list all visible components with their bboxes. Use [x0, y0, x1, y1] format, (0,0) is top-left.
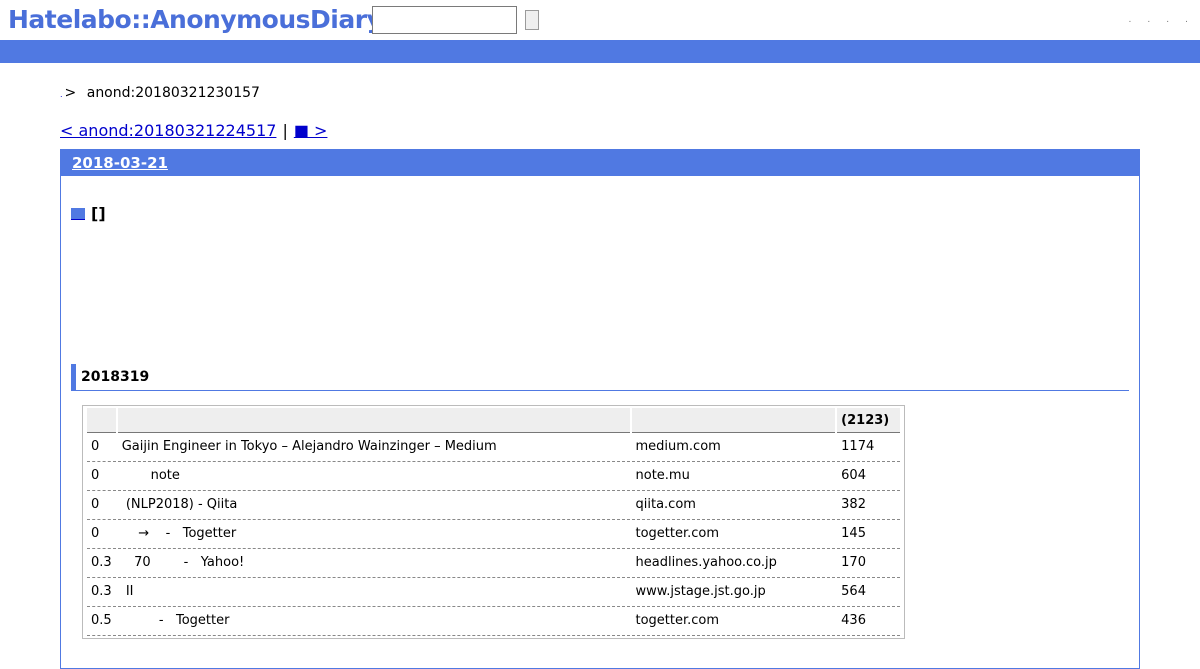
search-button[interactable] — [525, 10, 539, 30]
pager: < anond:20180321224517 | ■ > — [60, 121, 327, 141]
header-bar — [0, 40, 1200, 63]
table-cell-domain: togetter.com — [631, 607, 836, 636]
ranking-table: (2123) 0 Gaijin Engineer in Tokyo – Alej… — [82, 405, 905, 639]
breadcrumb-separator: > — [64, 85, 77, 101]
day-header: 2018-03-21 — [61, 150, 1139, 176]
entry-title-text: [] — [91, 204, 106, 223]
next-entry-link[interactable]: ■ > — [294, 121, 328, 140]
prev-entry-link[interactable]: < anond:20180321224517 — [60, 121, 276, 140]
table-cell-title[interactable]: - Togetter — [117, 607, 630, 636]
table-cell-domain: note.mu — [631, 462, 836, 491]
table-cell-count: 1174 — [837, 433, 900, 462]
table-row: 0.5 - Togetter togetter.com 436 — [87, 607, 900, 636]
section-heading: 2018319 — [71, 364, 1129, 391]
entry-title: [] — [71, 204, 106, 224]
table-cell-count: 145 — [837, 520, 900, 549]
breadcrumb-current: anond:20180321230157 — [86, 85, 260, 101]
search-input[interactable] — [372, 6, 517, 34]
site-logo[interactable]: Hatelabo::AnonymousDiary — [8, 4, 383, 36]
header-link-4[interactable]: . — [1185, 14, 1188, 26]
table-cell-title[interactable]: Gaijin Engineer in Tokyo – Alejandro Wai… — [117, 433, 630, 462]
table-row: 0.3 70 - Yahoo! headlines.yahoo.co.jp 17… — [87, 549, 900, 578]
table-cell-title[interactable]: II — [117, 578, 630, 607]
table-header-cell — [631, 408, 836, 433]
day-section: 2018-03-21 [] 2018319 (2123) 0 Gaijin En… — [60, 149, 1140, 669]
table-cell-domain: headlines.yahoo.co.jp — [631, 549, 836, 578]
table-cell-score: 0 — [87, 491, 116, 520]
table-row: 0.3 II www.jstage.jst.go.jp 564 — [87, 578, 900, 607]
header-link-2[interactable]: . — [1147, 14, 1150, 26]
site-header: Hatelabo::AnonymousDiary . . . . — [0, 0, 1200, 40]
table-row: 0 note note.mu 604 — [87, 462, 900, 491]
table-cell-score: 0.3 — [87, 578, 116, 607]
table-cell-count: 382 — [837, 491, 900, 520]
table-cell-count: 170 — [837, 549, 900, 578]
table-row: 0 (NLP2018) - Qiita qiita.com 382 — [87, 491, 900, 520]
day-date-link[interactable]: 2018-03-21 — [72, 154, 168, 172]
table-row: 0 → - Togetter togetter.com 145 — [87, 520, 900, 549]
table-cell-score: 0.5 — [87, 607, 116, 636]
table-cell-score: 0.3 — [87, 549, 116, 578]
table-cell-count: 436 — [837, 607, 900, 636]
breadcrumb: . > anond:20180321230157 — [60, 84, 260, 104]
header-link-3[interactable]: . — [1166, 14, 1169, 26]
table-cell-score: 0 — [87, 433, 116, 462]
header-links: . . . . — [1129, 14, 1189, 26]
table-header-cell — [117, 408, 630, 433]
table-cell-domain: qiita.com — [631, 491, 836, 520]
entry-permalink-square-icon[interactable] — [71, 208, 85, 220]
breadcrumb-home-link[interactable]: . — [60, 90, 63, 99]
table-cell-score: 0 — [87, 462, 116, 491]
table-cell-score: 0 — [87, 520, 116, 549]
table-cell-count: 564 — [837, 578, 900, 607]
pager-divider: | — [282, 121, 288, 140]
table-header-cell: (2123) — [837, 408, 900, 433]
table-header-row: (2123) — [87, 408, 900, 433]
table-header-cell — [87, 408, 116, 433]
table-cell-domain: medium.com — [631, 433, 836, 462]
table-cell-title[interactable]: note — [117, 462, 630, 491]
table-cell-title[interactable]: (NLP2018) - Qiita — [117, 491, 630, 520]
table-cell-domain: www.jstage.jst.go.jp — [631, 578, 836, 607]
table-cell-domain: togetter.com — [631, 520, 836, 549]
table-cell-title[interactable]: 70 - Yahoo! — [117, 549, 630, 578]
table-cell-count: 604 — [837, 462, 900, 491]
header-link-1[interactable]: . — [1129, 14, 1132, 26]
table-cell-title[interactable]: → - Togetter — [117, 520, 630, 549]
table-row: 0 Gaijin Engineer in Tokyo – Alejandro W… — [87, 433, 900, 462]
